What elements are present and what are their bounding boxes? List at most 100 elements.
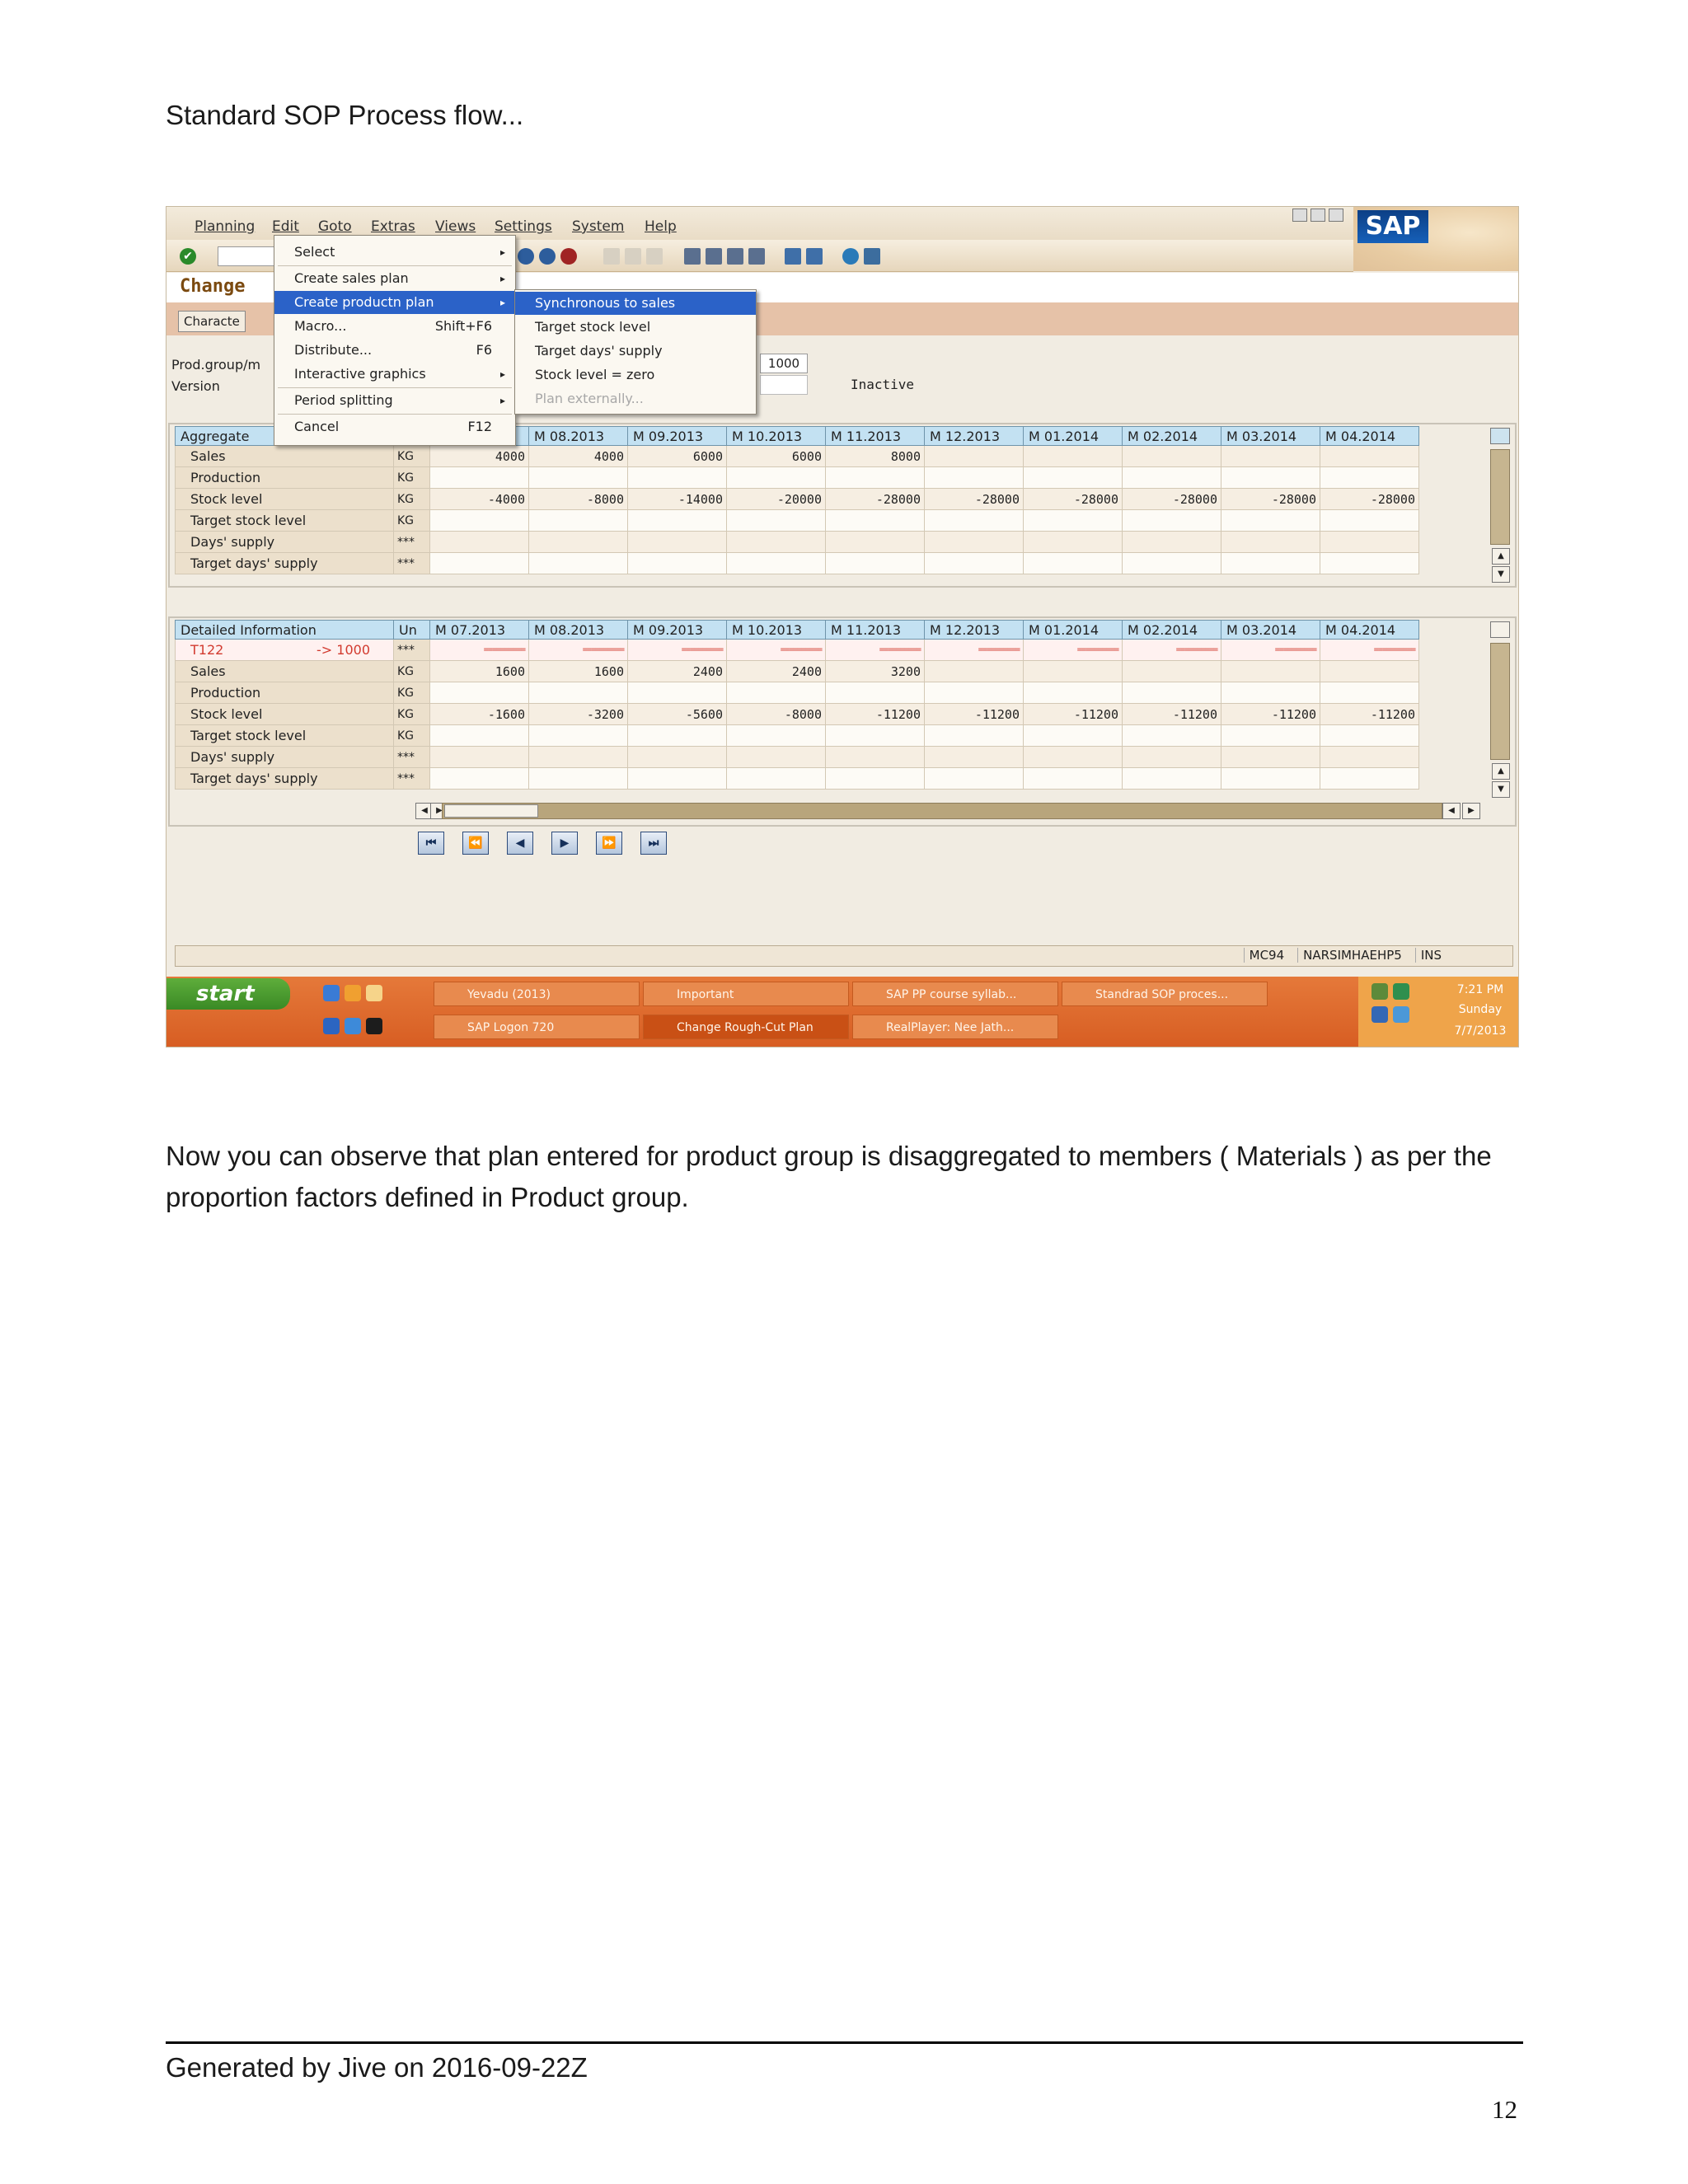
menu-extras[interactable]: Extras bbox=[371, 218, 415, 235]
find-next-icon[interactable] bbox=[646, 248, 663, 265]
value-cell[interactable] bbox=[1023, 509, 1123, 532]
submenu-synchronous-to-sales[interactable]: Synchronous to sales bbox=[515, 292, 756, 315]
value-cell[interactable]: -28000 bbox=[1023, 488, 1123, 510]
period-header[interactable]: M 02.2014 bbox=[1122, 620, 1221, 640]
plant-field[interactable]: 1000 bbox=[760, 354, 808, 373]
value-cell[interactable] bbox=[1320, 466, 1419, 489]
value-cell[interactable]: -11200 bbox=[825, 703, 925, 725]
value-cell[interactable]: -1600 bbox=[429, 703, 529, 725]
value-cell[interactable] bbox=[528, 746, 628, 768]
value-cell[interactable] bbox=[1023, 682, 1123, 704]
menu-item-cancel[interactable]: Cancel F12 bbox=[274, 415, 515, 438]
member-cell[interactable]: T122 -> 1000 bbox=[175, 639, 394, 661]
detail-vertical-scrollbar[interactable] bbox=[1490, 643, 1510, 760]
value-cell[interactable] bbox=[924, 660, 1024, 682]
value-cell[interactable]: -28000 bbox=[825, 488, 925, 510]
menu-system[interactable]: System bbox=[572, 218, 624, 235]
value-cell[interactable] bbox=[429, 724, 529, 747]
period-header[interactable]: M 12.2013 bbox=[924, 620, 1024, 640]
value-cell[interactable] bbox=[924, 682, 1024, 704]
value-cell[interactable] bbox=[1221, 767, 1320, 790]
value-cell[interactable] bbox=[429, 682, 529, 704]
value-cell[interactable] bbox=[627, 724, 727, 747]
value-cell[interactable] bbox=[1221, 746, 1320, 768]
value-cell[interactable] bbox=[726, 746, 826, 768]
value-cell[interactable] bbox=[726, 767, 826, 790]
last-page-icon[interactable] bbox=[748, 248, 765, 265]
scroll-up-icon[interactable]: ▲ bbox=[1492, 548, 1510, 565]
media-icon[interactable] bbox=[323, 1018, 340, 1034]
task-sap-pp-course[interactable]: SAP PP course syllab... bbox=[852, 982, 1058, 1006]
value-cell[interactable] bbox=[1122, 682, 1221, 704]
value-cell[interactable] bbox=[1221, 682, 1320, 704]
row-label[interactable]: Days' supply bbox=[175, 531, 394, 553]
value-cell[interactable]: -28000 bbox=[1320, 488, 1419, 510]
value-cell[interactable] bbox=[1320, 552, 1419, 574]
period-header[interactable]: M 09.2013 bbox=[627, 426, 727, 446]
value-cell[interactable]: -4000 bbox=[429, 488, 529, 510]
value-cell[interactable]: -28000 bbox=[1122, 488, 1221, 510]
value-cell[interactable] bbox=[1221, 531, 1320, 553]
task-realplayer[interactable]: RealPlayer: Nee Jath... bbox=[852, 1015, 1058, 1039]
value-cell[interactable]: 4000 bbox=[429, 445, 529, 467]
value-cell[interactable]: 6000 bbox=[627, 445, 727, 467]
value-cell[interactable] bbox=[528, 682, 628, 704]
help-icon[interactable] bbox=[842, 248, 859, 265]
value-cell[interactable] bbox=[726, 724, 826, 747]
bluetooth-icon[interactable] bbox=[1372, 1006, 1388, 1023]
cancel-icon[interactable] bbox=[560, 248, 577, 265]
aggregate-vertical-scrollbar[interactable] bbox=[1490, 449, 1510, 545]
value-cell[interactable] bbox=[528, 724, 628, 747]
value-cell[interactable]: 3200 bbox=[825, 660, 925, 682]
detail-title[interactable]: Detailed Information bbox=[175, 620, 394, 640]
value-cell[interactable] bbox=[825, 466, 925, 489]
previous-page-icon[interactable] bbox=[706, 248, 722, 265]
value-cell[interactable] bbox=[627, 682, 727, 704]
menu-views[interactable]: Views bbox=[435, 218, 476, 235]
value-cell[interactable] bbox=[924, 445, 1024, 467]
value-cell[interactable] bbox=[1320, 660, 1419, 682]
period-header[interactable]: M 03.2014 bbox=[1221, 620, 1320, 640]
scroll-up-icon[interactable]: ▲ bbox=[1492, 763, 1510, 780]
menu-item-period-splitting[interactable]: Period splitting ▸ bbox=[274, 389, 515, 412]
row-label[interactable]: Stock level bbox=[175, 703, 394, 725]
value-cell[interactable] bbox=[528, 552, 628, 574]
submenu-stock-level-zero[interactable]: Stock level = zero bbox=[515, 363, 756, 387]
value-cell[interactable] bbox=[1221, 445, 1320, 467]
task-sap-logon[interactable]: SAP Logon 720 bbox=[434, 1015, 640, 1039]
period-header[interactable]: M 11.2013 bbox=[825, 426, 925, 446]
value-cell[interactable] bbox=[1122, 509, 1221, 532]
value-cell[interactable]: 1600 bbox=[429, 660, 529, 682]
period-header[interactable]: M 10.2013 bbox=[726, 426, 826, 446]
folder-icon[interactable] bbox=[366, 985, 382, 1001]
value-cell[interactable]: -28000 bbox=[924, 488, 1024, 510]
security-icon[interactable] bbox=[1393, 983, 1409, 1000]
value-cell[interactable] bbox=[627, 767, 727, 790]
row-label[interactable]: Stock level bbox=[175, 488, 394, 510]
value-cell[interactable] bbox=[726, 552, 826, 574]
value-cell[interactable] bbox=[924, 724, 1024, 747]
value-cell[interactable] bbox=[627, 531, 727, 553]
enter-icon[interactable]: ✔ bbox=[180, 248, 196, 265]
value-cell[interactable] bbox=[726, 682, 826, 704]
value-cell[interactable]: -11200 bbox=[1122, 703, 1221, 725]
value-cell[interactable] bbox=[1320, 767, 1419, 790]
task-standard-sop[interactable]: Standrad SOP proces... bbox=[1062, 982, 1268, 1006]
ie-icon[interactable] bbox=[345, 1018, 361, 1034]
period-header[interactable]: M 07.2013 bbox=[429, 620, 529, 640]
value-cell[interactable] bbox=[924, 552, 1024, 574]
value-cell[interactable] bbox=[1122, 531, 1221, 553]
value-cell[interactable] bbox=[429, 531, 529, 553]
value-cell[interactable] bbox=[825, 724, 925, 747]
value-cell[interactable] bbox=[924, 531, 1024, 553]
period-header[interactable]: M 01.2014 bbox=[1023, 620, 1123, 640]
scroll-right-icon[interactable]: ▶ bbox=[1462, 803, 1480, 819]
value-cell[interactable] bbox=[528, 509, 628, 532]
value-cell[interactable] bbox=[429, 746, 529, 768]
value-cell[interactable] bbox=[1221, 724, 1320, 747]
value-cell[interactable] bbox=[429, 466, 529, 489]
menu-item-macro[interactable]: Macro... Shift+F6 bbox=[274, 315, 515, 338]
value-cell[interactable] bbox=[528, 466, 628, 489]
value-cell[interactable] bbox=[1122, 466, 1221, 489]
period-header[interactable]: M 02.2014 bbox=[1122, 426, 1221, 446]
